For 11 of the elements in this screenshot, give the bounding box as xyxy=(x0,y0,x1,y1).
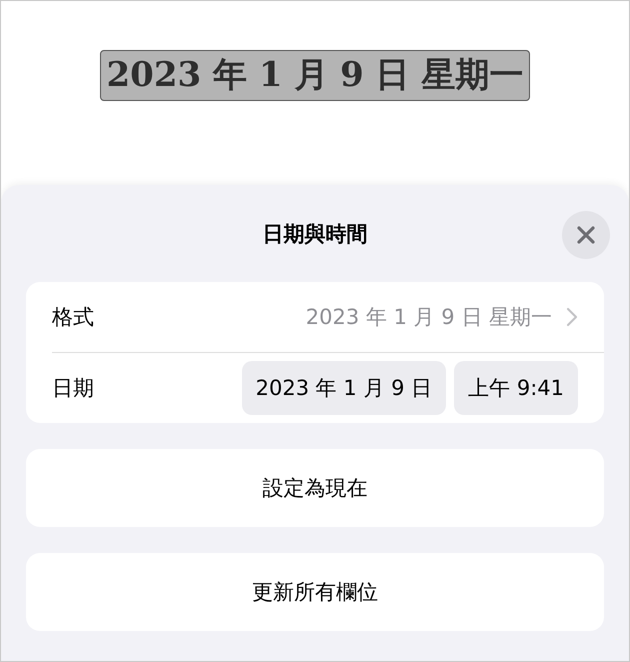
close-icon xyxy=(576,225,596,245)
chevron-icon xyxy=(566,307,578,327)
selected-date-text: 2023 年 1 月 9 日 星期一 xyxy=(100,50,530,101)
close-button[interactable] xyxy=(562,211,610,259)
sheet-title: 日期與時間 xyxy=(262,221,368,248)
action-button[interactable]: 設定為現在 xyxy=(26,449,604,527)
date-button[interactable]: 2023 年 1 月 9 日 xyxy=(242,361,446,415)
action-button[interactable]: 更新所有欄位 xyxy=(26,553,604,631)
time-button[interactable]: 上午 9:41 xyxy=(454,361,578,415)
row-label: 日期 xyxy=(52,375,95,402)
row-label: 格式 xyxy=(52,304,95,331)
